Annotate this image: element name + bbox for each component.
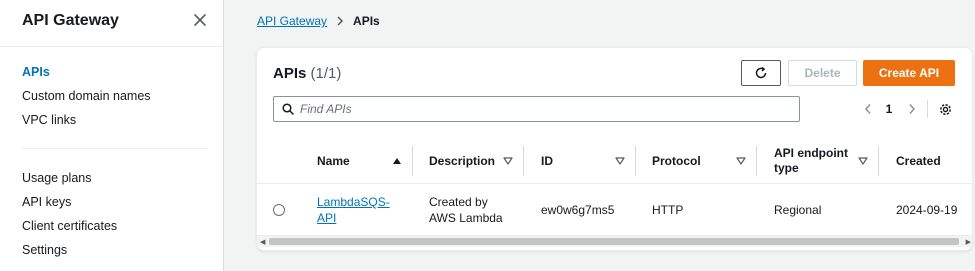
- sort-icon[interactable]: [736, 157, 746, 165]
- column-divider: [635, 146, 636, 176]
- column-header-created[interactable]: Created: [896, 138, 941, 184]
- search-icon: [282, 103, 294, 115]
- chevron-right-icon: [337, 16, 344, 26]
- pagination-divider: [927, 100, 928, 118]
- breadcrumb: API Gateway APIs: [257, 14, 380, 28]
- scrollbar-thumb[interactable]: [269, 238, 959, 245]
- preferences-button[interactable]: [936, 96, 954, 122]
- sidebar-item-vpc-links[interactable]: VPC links: [22, 113, 76, 127]
- sidebar: API Gateway APIs Custom domain names VPC…: [0, 0, 224, 271]
- refresh-icon: [755, 66, 767, 79]
- chevron-left-icon: [864, 104, 871, 114]
- sidebar-divider: [0, 46, 224, 47]
- sidebar-item-api-keys[interactable]: API keys: [22, 195, 71, 209]
- breadcrumb-api-gateway[interactable]: API Gateway: [257, 14, 327, 28]
- gear-icon: [939, 103, 951, 115]
- sort-icon[interactable]: [858, 157, 868, 165]
- column-divider: [756, 146, 757, 176]
- cell-description: Created by AWS Lambda: [429, 195, 503, 225]
- sort-icon[interactable]: [503, 157, 513, 165]
- search-input[interactable]: [300, 102, 780, 116]
- sort-icon[interactable]: [615, 157, 625, 165]
- scroll-right-arrow-icon[interactable]: ▶: [966, 238, 971, 246]
- column-header-description[interactable]: Description: [429, 138, 495, 184]
- previous-page-button[interactable]: [861, 96, 875, 122]
- cell-created: 2024-09-19: [896, 203, 958, 217]
- sidebar-divider: [22, 148, 208, 149]
- column-divider: [878, 146, 879, 176]
- column-header-endpoint-type[interactable]: API endpoint type: [774, 138, 854, 184]
- sidebar-item-usage-plans[interactable]: Usage plans: [22, 171, 92, 185]
- column-header-id[interactable]: ID: [541, 138, 553, 184]
- sidebar-item-apis[interactable]: APIs: [22, 65, 50, 79]
- api-name-link[interactable]: LambdaSQS-API: [317, 194, 390, 226]
- refresh-button[interactable]: [741, 60, 781, 86]
- sort-ascending-icon[interactable]: [392, 157, 402, 165]
- column-divider: [523, 146, 524, 176]
- cell-id: ew0w6g7ms5: [541, 203, 615, 217]
- chevron-right-icon: [909, 104, 916, 114]
- cell-endpoint-type: Regional: [774, 203, 822, 217]
- horizontal-scrollbar[interactable]: ◀ ▶: [257, 235, 972, 247]
- table-row: LambdaSQS-API Created by AWS Lambda ew0w…: [257, 185, 972, 235]
- search-box: [273, 96, 800, 122]
- cell-protocol: HTTP: [652, 203, 684, 217]
- row-select-radio[interactable]: [273, 204, 285, 216]
- next-page-button[interactable]: [905, 96, 919, 122]
- sidebar-item-settings[interactable]: Settings: [22, 243, 67, 257]
- delete-button[interactable]: Delete: [788, 60, 857, 86]
- column-header-name[interactable]: Name: [317, 138, 350, 184]
- sidebar-item-client-certificates[interactable]: Client certificates: [22, 219, 117, 233]
- panel-title: APIs (1/1): [273, 65, 341, 82]
- create-api-button[interactable]: Create API: [863, 60, 955, 86]
- close-icon[interactable]: [192, 12, 208, 28]
- table-header: Name Description ID Protocol API endpoin…: [257, 138, 972, 184]
- column-divider: [412, 146, 413, 176]
- cell-name: LambdaSQS-API: [317, 185, 390, 235]
- sidebar-item-custom-domain-names[interactable]: Custom domain names: [22, 89, 151, 103]
- column-header-protocol[interactable]: Protocol: [652, 138, 701, 184]
- sidebar-title: API Gateway: [22, 12, 119, 29]
- scroll-left-arrow-icon[interactable]: ◀: [260, 238, 265, 246]
- current-page-number[interactable]: 1: [882, 96, 896, 122]
- breadcrumb-current: APIs: [353, 14, 380, 28]
- apis-panel: APIs (1/1) Delete Create API 1: [256, 47, 973, 251]
- panel-count: (1/1): [310, 65, 342, 82]
- panel-title-text: APIs: [273, 65, 307, 82]
